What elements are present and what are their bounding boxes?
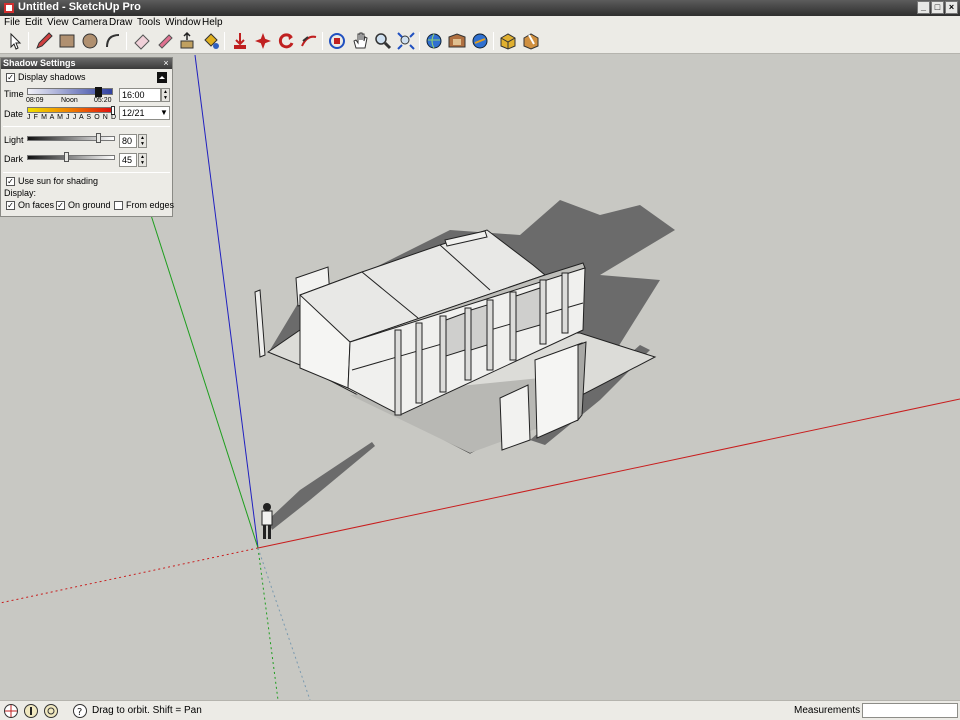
fence-post-left	[254, 289, 266, 358]
instructor-help-icon[interactable]: ?	[72, 703, 88, 719]
dark-slider-thumb[interactable]	[64, 152, 69, 162]
rectangle-icon[interactable]	[57, 31, 77, 51]
red-axis	[257, 398, 960, 549]
light-spinner[interactable]: ▲ ▼	[138, 134, 147, 148]
move-icon[interactable]	[230, 31, 250, 51]
status-message: Drag to orbit. Shift = Pan	[92, 705, 202, 716]
shadow-settings-panel: Shadow Settings × ✓ Display shadows Time…	[0, 57, 175, 217]
on-ground-checkbox[interactable]: ✓	[56, 201, 65, 210]
display-shadows-checkbox[interactable]: ✓	[6, 73, 15, 82]
green-axis-negative	[257, 547, 279, 700]
measurements-label: Measurements	[794, 705, 861, 716]
pencil-icon[interactable]	[34, 31, 54, 51]
panel-title: Shadow Settings	[1, 58, 172, 69]
green-axis	[149, 211, 259, 549]
scale-figure	[261, 503, 273, 539]
menu-view[interactable]: View	[47, 17, 69, 28]
circle-icon[interactable]	[80, 31, 100, 51]
sunset-time: 05:20	[94, 97, 112, 104]
menu-bar: File Edit View Camera Draw Tools Window …	[0, 16, 960, 29]
on-faces-label: On faces	[18, 200, 55, 210]
panel-collapse-icon[interactable]	[157, 72, 167, 83]
status-bar: ? Drag to orbit. Shift = Pan Measurement…	[0, 700, 960, 720]
window-title: Untitled - SketchUp Pro	[18, 1, 141, 13]
zoom-extents-icon[interactable]	[396, 31, 416, 51]
on-ground-label: On ground	[68, 200, 111, 210]
user-account-icon[interactable]	[43, 703, 59, 719]
dark-label: Dark	[4, 154, 24, 164]
menu-help[interactable]: Help	[202, 17, 223, 28]
push-pull-icon[interactable]	[178, 31, 198, 51]
get-models-icon[interactable]	[424, 31, 444, 51]
title-bar: Untitled - SketchUp Pro _ □ ×	[0, 0, 960, 16]
svg-text:?: ?	[77, 707, 82, 718]
time-input[interactable]: 16:00	[119, 88, 161, 102]
from-edges-checkbox[interactable]	[114, 201, 123, 210]
arc-icon[interactable]	[103, 31, 123, 51]
menu-window[interactable]: Window	[165, 17, 201, 28]
geo-location-icon[interactable]	[3, 703, 19, 719]
use-sun-label: Use sun for shading	[18, 176, 99, 186]
date-dropdown-icon[interactable]: ▼	[160, 108, 168, 117]
maximize-button[interactable]: □	[931, 1, 944, 14]
paint-bucket-icon[interactable]	[201, 31, 221, 51]
materials-icon[interactable]	[521, 31, 541, 51]
credits-icon[interactable]	[23, 703, 39, 719]
front-panel-large	[534, 342, 583, 439]
offset-icon[interactable]	[299, 31, 319, 51]
close-button[interactable]: ×	[945, 1, 958, 14]
select-icon[interactable]	[5, 31, 25, 51]
minimize-button[interactable]: _	[917, 1, 930, 14]
time-slider-thumb[interactable]	[95, 87, 102, 97]
from-edges-label: From edges	[126, 200, 175, 210]
time-spinner[interactable]: ▲ ▼	[161, 88, 170, 102]
sketchup-logo-icon	[4, 3, 14, 13]
light-slider-thumb[interactable]	[96, 133, 101, 143]
figure-shadow	[268, 442, 375, 530]
time-label: Time	[4, 89, 24, 99]
light-slider[interactable]	[27, 136, 115, 141]
sunrise-time: 08:09	[26, 97, 44, 104]
zoom-icon[interactable]	[373, 31, 393, 51]
rotate-icon[interactable]	[253, 31, 273, 51]
menu-file[interactable]: File	[4, 17, 20, 28]
blue-axis	[194, 55, 259, 549]
measurements-input[interactable]	[862, 703, 958, 718]
main-toolbar	[0, 29, 960, 54]
noon-label: Noon	[61, 97, 78, 104]
blue-axis-negative	[257, 547, 311, 700]
on-faces-checkbox[interactable]: ✓	[6, 201, 15, 210]
orbit-icon[interactable]	[327, 31, 347, 51]
menu-tools[interactable]: Tools	[137, 17, 160, 28]
dark-input[interactable]: 45	[119, 153, 137, 167]
share-model-icon[interactable]	[447, 31, 467, 51]
date-slider[interactable]	[27, 107, 113, 113]
tape-measure-icon[interactable]	[155, 31, 175, 51]
components-icon[interactable]	[498, 31, 518, 51]
month-labels: J F M A M J J A S O N D	[27, 114, 117, 121]
light-label: Light	[4, 135, 24, 145]
dark-slider[interactable]	[27, 155, 115, 160]
pan-icon[interactable]	[350, 31, 370, 51]
date-label: Date	[4, 109, 24, 119]
eraser-icon[interactable]	[132, 31, 152, 51]
light-input[interactable]: 80	[119, 134, 137, 148]
dark-spinner[interactable]: ▲ ▼	[138, 153, 147, 167]
extension-warehouse-icon[interactable]	[470, 31, 490, 51]
panel-close-icon[interactable]: ×	[161, 58, 171, 68]
display-label: Display:	[4, 188, 37, 198]
use-sun-checkbox[interactable]: ✓	[6, 177, 15, 186]
display-shadows-label: Display shadows	[18, 72, 86, 82]
menu-draw[interactable]: Draw	[109, 17, 132, 28]
menu-camera[interactable]: Camera	[72, 17, 108, 28]
menu-edit[interactable]: Edit	[25, 17, 42, 28]
follow-me-icon[interactable]	[276, 31, 296, 51]
red-axis-negative	[0, 547, 259, 604]
